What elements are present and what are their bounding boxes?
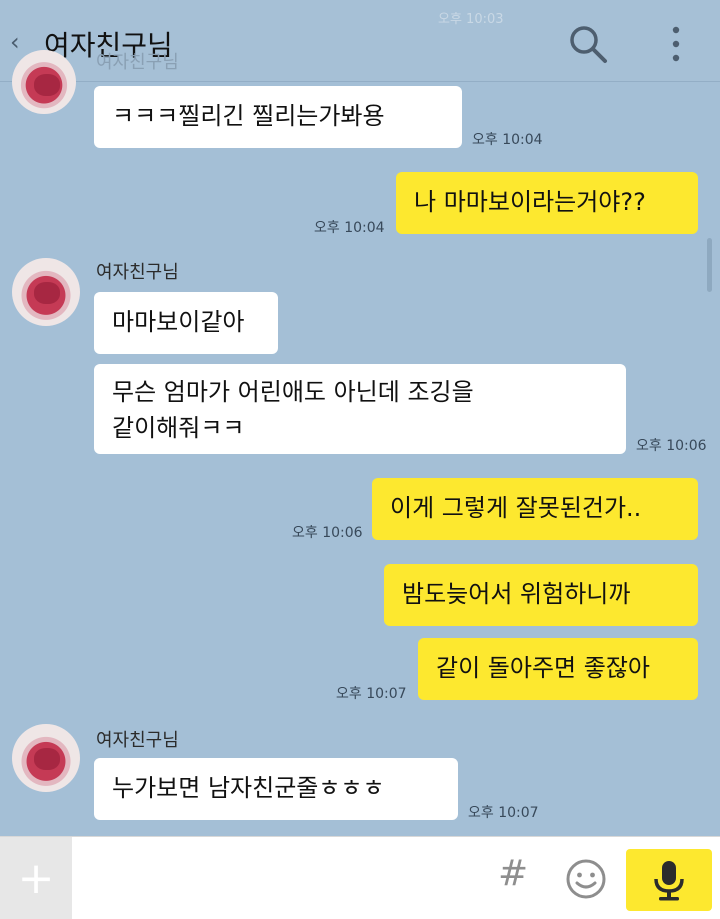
message-time: 오후 10:04 — [472, 132, 543, 148]
message-bubble: 무슨 엄마가 어린애도 아닌데 조깅을 같이해줘ㅋㅋ — [94, 364, 626, 454]
sender-name: 여자친구님 — [96, 730, 179, 751]
hash-icon[interactable]: # — [498, 853, 528, 894]
avatar[interactable] — [12, 258, 80, 326]
search-icon[interactable] — [566, 22, 610, 66]
more-vert-icon[interactable] — [664, 24, 688, 64]
avatar[interactable] — [12, 50, 76, 114]
scrollbar[interactable] — [707, 238, 712, 292]
message-time: 오후 10:06 — [636, 438, 707, 454]
message-bubble: 마마보이같아 — [94, 292, 278, 354]
message-bubble: 나 마마보이라는거야?? — [396, 172, 698, 234]
sender-name: 여자친구님 — [96, 262, 179, 283]
faint-timestamp: 오후 10:03 — [438, 12, 504, 27]
message-bubble: 밤도늦어서 위험하니까 — [384, 564, 698, 626]
emoji-icon[interactable] — [564, 857, 608, 901]
message-bubble: 이게 그렇게 잘못된건가.. — [372, 478, 698, 540]
avatar[interactable] — [12, 724, 80, 792]
message-bubble: ㅋㅋㅋ찔리긴 찔리는가봐용 — [94, 86, 462, 148]
back-chevron-icon[interactable]: ‹ — [10, 28, 20, 56]
message-input[interactable] — [72, 837, 492, 919]
message-bubble: 같이 돌아주면 좋잖아 — [418, 638, 698, 700]
faint-sender-name: 여자친구님 — [96, 52, 179, 73]
plus-icon[interactable]: + — [0, 837, 72, 919]
message-bubble: 누가보면 남자친군줄ㅎㅎㅎ — [94, 758, 458, 820]
message-time: 오후 10:07 — [468, 805, 539, 821]
message-time: 오후 10:04 — [314, 220, 385, 236]
message-time: 오후 10:06 — [292, 525, 363, 541]
input-bar: + # — [0, 836, 720, 919]
message-line: 무슨 엄마가 어린애도 아닌데 조깅을 — [112, 378, 474, 406]
message-line: 같이해줘ㅋㅋ — [112, 414, 245, 442]
message-time: 오후 10:07 — [336, 686, 407, 702]
mic-icon — [654, 861, 684, 901]
mic-button[interactable] — [626, 849, 712, 911]
